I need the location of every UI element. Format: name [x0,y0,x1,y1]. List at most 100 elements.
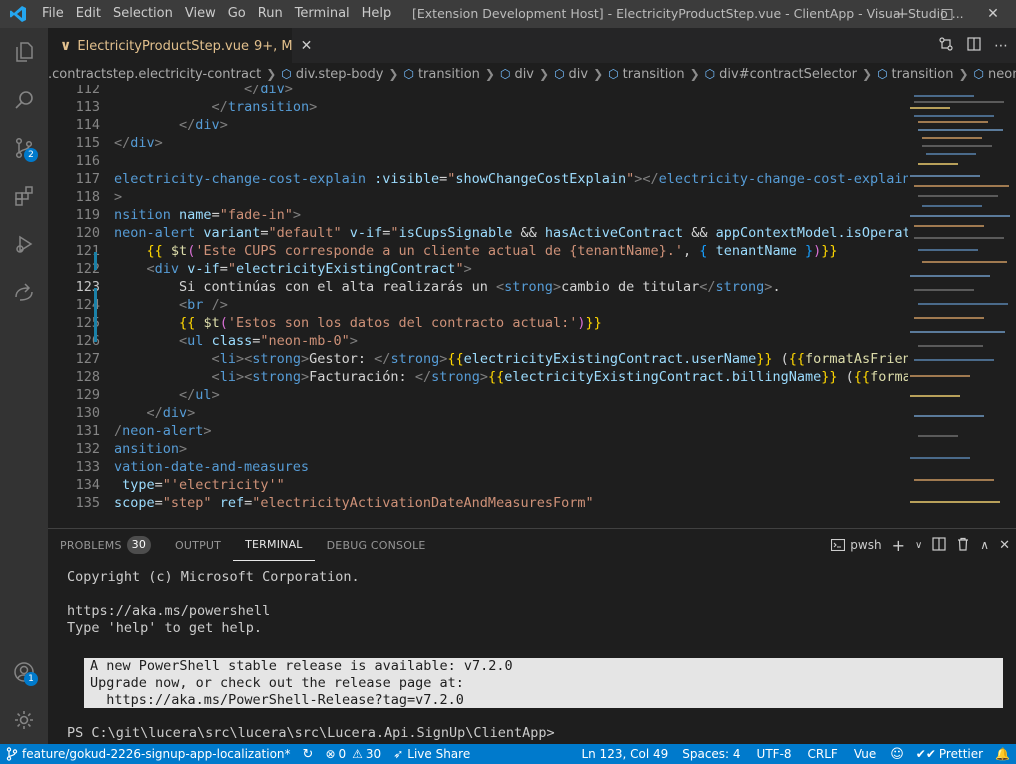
menu-view[interactable]: View [179,0,222,28]
chevron-right-icon: ❯ [539,67,550,81]
chevron-down-icon[interactable]: ∨ [915,540,922,551]
line-number: 113 [75,99,100,115]
line-number: 128 [75,369,100,385]
chevron-right-icon: ❯ [862,67,873,81]
maximize-icon[interactable]: □ [924,0,970,28]
code-line: <ul class="neon-mb-0"> [179,333,358,349]
problems-indicator[interactable]: ⊗ 0 ⚠ 30 [319,744,387,764]
breadcrumb-item[interactable]: ❯ ⬡ transition [383,67,479,82]
source-control-badge: 2 [24,148,38,162]
breadcrumb-label: transition [891,66,954,82]
line-ending[interactable]: CRLF [800,744,846,764]
language-mode[interactable]: Vue [846,744,884,764]
breadcrumb-item[interactable]: ❯ ⬡ div [534,67,588,82]
warnings-count: 30 [365,747,382,761]
code-line: </div> [114,135,163,151]
close-window-icon[interactable]: ✕ [970,0,1016,28]
line-number: 112 [75,85,100,97]
menu-file[interactable]: File [36,0,70,28]
code-editor[interactable]: 112 113 114 115 116 117 118 119 120 121 … [48,85,908,521]
manage-gear-icon[interactable] [0,696,48,744]
line-number: 114 [75,117,100,133]
breadcrumb: .contractstep.electricity-contract ❯ ⬡ div… [48,63,1016,85]
tab-debug-console[interactable]: DEBUG CONSOLE [315,529,438,561]
close-tab-icon[interactable]: ✕ [301,38,313,54]
element-icon: ⬡ [973,67,985,81]
breadcrumb-item[interactable]: ❯ ⬡neon-alert [953,67,1016,82]
terminal-line: Type 'help' to get help. [67,620,263,636]
status-bar: feature/gokud-2226-signup-app-localizati… [0,744,1016,764]
live-share-button[interactable]: ➶ Live Share [387,744,476,764]
accounts-badge: 1 [24,672,38,686]
element-icon: ⬡ [704,67,716,81]
more-actions-icon[interactable]: ⋯ [994,38,1008,54]
notice-link[interactable]: https://aka.ms/PowerShell-Release?tag=v7… [90,692,997,709]
breadcrumb-item[interactable]: ❯ ⬡ div [480,67,534,82]
prettier-status[interactable]: ✔✔ Prettier [910,744,989,764]
editor-actions: ⋯ [938,28,1008,63]
menu-go[interactable]: Go [222,0,252,28]
line-number: 115 [75,135,100,151]
live-share-icon: ➶ [393,747,404,761]
line-number: 117 [75,171,100,187]
menu-run[interactable]: Run [252,0,289,28]
code-line: type="'electricity'" [122,477,285,493]
split-terminal-icon[interactable] [932,536,946,554]
branch-indicator[interactable]: feature/gokud-2226-signup-app-localizati… [0,744,297,764]
vue-file-icon: ∨ [60,38,72,54]
remote-explorer-icon[interactable] [0,268,48,316]
code-line: electricity-change-cost-explain :visible… [114,171,908,187]
terminal-shell-selector[interactable]: pwsh [831,538,882,552]
search-icon[interactable] [0,76,48,124]
cursor-position[interactable]: Ln 123, Col 49 [575,744,674,764]
git-modified-marker [94,252,97,270]
breadcrumb-item[interactable]: ❯ ⬡ div#contractSelector [685,67,857,82]
run-debug-icon[interactable] [0,220,48,268]
chevron-right-icon: ❯ [388,67,399,81]
terminal-output[interactable]: Copyright (c) Microsoft Corporation. htt… [67,569,360,637]
menu-edit[interactable]: Edit [70,0,107,28]
terminal-shell-label: pwsh [850,538,882,552]
source-control-icon[interactable]: 2 [0,124,48,172]
accounts-icon[interactable]: 1 [0,648,48,696]
problems-count-badge: 30 [126,536,152,554]
code-line: {{ $t('Este CUPS corresponde a un client… [146,243,838,259]
bottom-panel: PROBLEMS 30 OUTPUT TERMINAL DEBUG CONSOLE… [48,528,1016,744]
encoding[interactable]: UTF-8 [749,744,800,764]
code-content: </div> </transition> </div> </div> elect… [114,85,908,512]
code-line: > [114,189,123,205]
breadcrumb-item[interactable]: ❯ ⬡ transition [588,67,684,82]
tab-output[interactable]: OUTPUT [163,529,233,561]
menu-terminal[interactable]: Terminal [289,0,356,28]
open-changes-icon[interactable] [938,36,954,56]
trash-icon[interactable] [956,537,970,554]
feedback-icon[interactable]: ☺ [884,744,910,764]
line-number: 132 [75,441,100,457]
extensions-icon[interactable] [0,172,48,220]
minimize-icon[interactable]: — [878,0,924,28]
menu-selection[interactable]: Selection [107,0,179,28]
tab-electricity-product-step[interactable]: ∨ ElectricityProductStep.vue 9+, M ✕ [48,28,312,63]
maximize-panel-icon[interactable]: ∧ [980,538,989,552]
menu-help[interactable]: Help [356,0,398,28]
new-terminal-icon[interactable]: + [892,536,905,555]
tab-problems[interactable]: PROBLEMS 30 [48,529,163,561]
split-editor-icon[interactable] [966,36,982,56]
minimap[interactable] [908,85,1016,521]
terminal-prompt-area[interactable]: PS C:\git\lucera\src\lucera\src\Lucera.A… [67,725,555,742]
notifications-bell-icon[interactable]: 🔔 [989,744,1016,764]
breadcrumb-label: transition [417,66,480,82]
tab-output-label: OUTPUT [175,538,222,552]
breadcrumb-item[interactable]: ❯ ⬡ div.step-body [261,67,383,82]
tab-terminal[interactable]: TERMINAL [233,529,315,561]
sync-icon[interactable]: ↻ [297,744,320,764]
terminal-prompt: PS C:\git\lucera\src\lucera\src\Lucera.A… [67,725,555,741]
indentation[interactable]: Spaces: 4 [674,744,748,764]
close-panel-icon[interactable]: ✕ [999,538,1010,553]
explorer-icon[interactable] [0,28,48,76]
breadcrumb-item[interactable]: .contractstep.electricity-contract [48,67,261,82]
code-line: /neon-alert> [114,423,212,439]
breadcrumb-item[interactable]: ❯ ⬡ transition [857,67,953,82]
line-number-current: 123 [75,279,100,295]
